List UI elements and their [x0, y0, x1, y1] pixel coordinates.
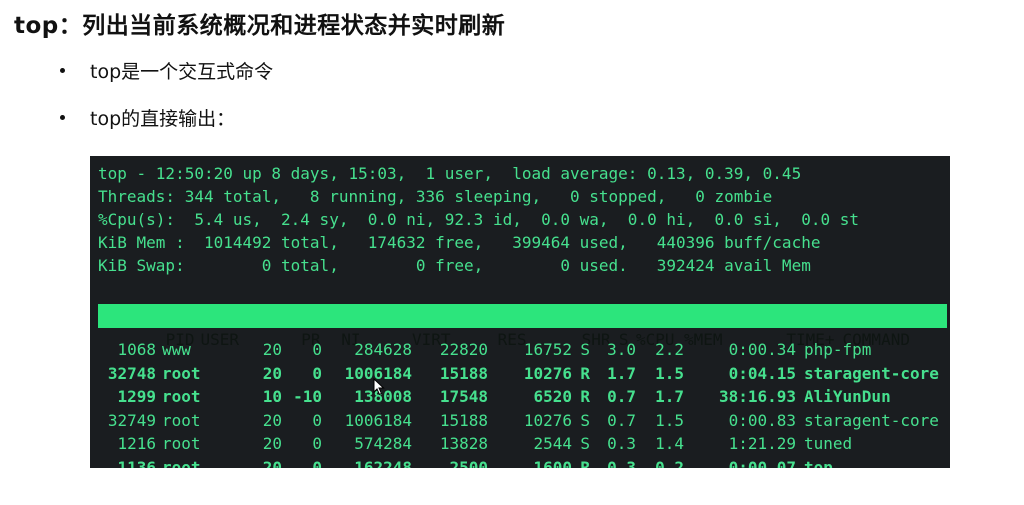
cell-mem: 1.4	[655, 434, 684, 454]
cell-shr: 10276	[523, 363, 572, 383]
cell-ni: 0	[312, 363, 322, 383]
cell-mem: 2.2	[655, 340, 684, 359]
cell-state: R	[580, 458, 590, 468]
cell-pid: 1136	[117, 458, 156, 468]
mouse-pointer-icon	[373, 378, 385, 396]
cell-virt: 162248	[354, 458, 412, 468]
cell-user: www	[162, 340, 191, 359]
cell-cpu: 1.7	[607, 363, 636, 383]
cell-time: 0:00.83	[728, 410, 796, 430]
cell-command: tuned	[804, 434, 853, 454]
cell-shr: 1600	[533, 458, 572, 468]
cell-ni: -10	[293, 387, 322, 407]
cell-user: root	[162, 410, 201, 430]
cell-time: 0:00.07	[728, 458, 796, 468]
process-row: 1216 root 20 0 574284 13828 2544 S 0.3 1.4 1:21.29…	[98, 432, 944, 455]
process-row: 32749 root 20 0 1006184 15188 10276 S 0.7 1.5 0:00…	[98, 409, 944, 432]
cell-pid: 32748	[107, 363, 156, 383]
cell-pid: 1068	[117, 340, 156, 359]
cell-shr: 6520	[533, 387, 572, 407]
cell-virt: 138008	[354, 387, 412, 407]
cell-pr: 20	[262, 340, 282, 359]
cell-res: 22820	[439, 340, 488, 359]
bullet-dot-icon	[60, 114, 65, 120]
cell-command: php-fpm	[804, 340, 872, 359]
cell-pr: 20	[262, 363, 282, 383]
terminal-window[interactable]: top - 12:50:20 up 8 days, 15:03, 1 user,…	[90, 156, 950, 468]
process-row: 1299 root 10 -10 138008 17548 6520 R 0.7 1.7 38:16…	[98, 385, 944, 408]
cell-time: 0:04.15	[728, 363, 796, 383]
cell-virt: 1006184	[344, 410, 412, 430]
cell-state: S	[580, 340, 590, 359]
cell-user: root	[162, 434, 201, 454]
process-row: 32748 root 20 0 1006184 15188 10276 R 1.7 1.5 0:04…	[98, 362, 944, 385]
cell-cpu: 0.7	[607, 410, 636, 430]
cell-ni: 0	[312, 434, 322, 454]
summary-line-mem: KiB Mem : 1014492 total, 174632 free, 39…	[98, 233, 821, 252]
cell-state: R	[580, 387, 590, 407]
cell-mem: 0.2	[655, 458, 684, 468]
slide-title: top：列出当前系统概况和进程状态并实时刷新	[14, 13, 506, 39]
cell-pid: 1299	[117, 387, 156, 407]
cell-pr: 10	[262, 387, 282, 407]
cell-virt: 574284	[354, 434, 412, 454]
cell-ni: 0	[312, 340, 322, 359]
cell-time: 0:00.34	[728, 340, 796, 359]
bullet-list: top是一个交互式命令 top的直接输出：	[60, 58, 273, 152]
cell-pid: 1216	[117, 434, 156, 454]
cell-user: root	[162, 458, 201, 468]
summary-line-swap: KiB Swap: 0 total, 0 free, 0 used. 39242…	[98, 256, 811, 275]
cell-cpu: 0.3	[607, 434, 636, 454]
cell-cpu: 3.0	[607, 340, 636, 359]
cell-virt: 1006184	[344, 363, 412, 383]
cell-cpu: 0.3	[607, 458, 636, 468]
cell-shr: 2544	[533, 434, 572, 454]
process-row: 1136 root 20 0 162248 2500 1600 R 0.3 0.2 0:00.07 t…	[98, 456, 944, 468]
summary-line-threads: Threads: 344 total, 8 running, 336 sleep…	[98, 187, 773, 206]
cell-user: root	[162, 387, 201, 407]
cell-time: 1:21.29	[728, 434, 796, 454]
cell-shr: 16752	[523, 340, 572, 359]
cell-state: S	[580, 410, 590, 430]
cell-ni: 0	[312, 458, 322, 468]
cell-command: AliYunDun	[804, 387, 891, 407]
cell-ni: 0	[312, 410, 322, 430]
cell-mem: 1.5	[655, 410, 684, 430]
cell-pid: 32749	[107, 410, 156, 430]
cell-res: 2500	[449, 458, 488, 468]
bullet-item: top是一个交互式命令	[60, 58, 274, 83]
cell-shr: 10276	[523, 410, 572, 430]
cell-res: 17548	[439, 387, 488, 407]
process-table-header: PID USER PR NI VIRT RES SHR S %CPU %MEM TIME+ COMMA…	[98, 304, 947, 349]
summary-line-cpu: %Cpu(s): 5.4 us, 2.4 sy, 0.0 ni, 92.3 id…	[98, 210, 859, 229]
cell-mem: 1.5	[655, 363, 684, 383]
cell-state: S	[580, 434, 590, 454]
cell-pr: 20	[262, 410, 282, 430]
cell-pr: 20	[262, 434, 282, 454]
process-row: 1068 www 20 0 284628 22820 16752 S 3.0 2.2 0:00.34…	[98, 338, 944, 361]
cell-res: 15188	[439, 363, 488, 383]
cell-time: 38:16.93	[718, 387, 796, 407]
bullet-text: top的直接输出：	[90, 107, 236, 130]
cell-mem: 1.7	[655, 387, 684, 407]
cell-command: staragent-core	[804, 410, 939, 430]
cell-user: root	[162, 363, 201, 383]
bullet-item: top的直接输出：	[60, 105, 273, 130]
summary-line-uptime: top - 12:50:20 up 8 days, 15:03, 1 user,…	[98, 164, 802, 183]
cell-state: R	[580, 363, 590, 383]
cell-pr: 20	[262, 458, 282, 468]
cell-command: staragent-core	[804, 363, 939, 383]
cell-res: 15188	[439, 410, 488, 430]
bullet-dot-icon	[60, 67, 65, 73]
cell-res: 13828	[439, 434, 488, 454]
cell-cpu: 0.7	[607, 387, 636, 407]
cell-command: top	[804, 458, 833, 468]
bullet-text: top是一个交互式命令	[90, 60, 274, 83]
cell-virt: 284628	[354, 340, 412, 359]
